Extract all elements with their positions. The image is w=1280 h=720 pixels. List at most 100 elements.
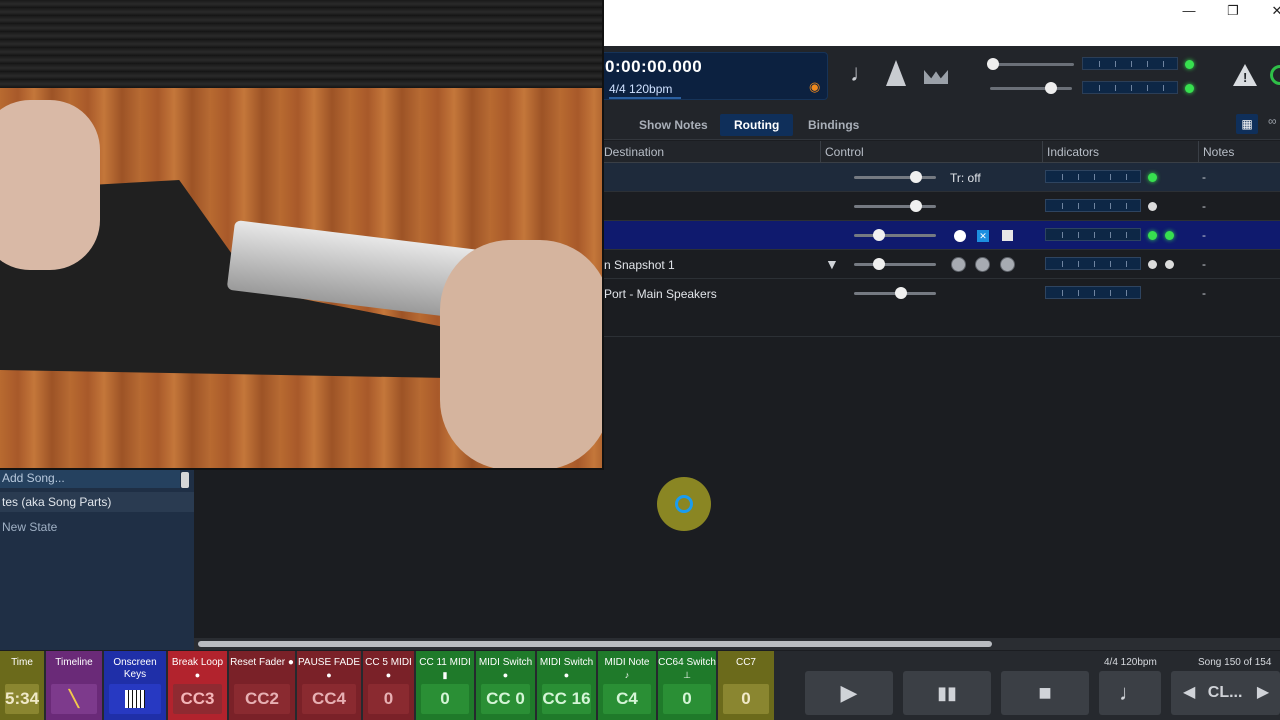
- bottom-widget-button[interactable]: MIDI Switch ● CC 16: [537, 651, 596, 720]
- header-slider-1-knob[interactable]: [987, 58, 999, 70]
- bottom-widget-button[interactable]: MIDI Note ♪ C4: [598, 651, 656, 720]
- table-row[interactable]: Tr: off -: [604, 163, 1280, 192]
- power-toggle-icon[interactable]: [954, 230, 966, 242]
- meter-tick: [1131, 85, 1132, 91]
- piano-keys-icon: [125, 690, 145, 708]
- widget-label: MIDI Switch: [539, 657, 594, 668]
- stop-button[interactable]: ■: [1001, 671, 1089, 715]
- restore-button[interactable]: ❐: [1210, 0, 1256, 22]
- meter-tick: [1094, 290, 1095, 296]
- indicator-led: [1148, 202, 1157, 211]
- meter-tick: [1115, 85, 1116, 91]
- metronome-note-button[interactable]: ♩: [1099, 671, 1161, 715]
- table-row-selected[interactable]: ✕ -: [604, 221, 1280, 250]
- new-state-button[interactable]: New State: [2, 520, 57, 534]
- bottom-widget-button[interactable]: Reset Fader ● CC2: [229, 651, 295, 720]
- header-slider-2-knob[interactable]: [1045, 82, 1057, 94]
- meter-tick: [1110, 290, 1111, 296]
- meter-tick: [1147, 85, 1148, 91]
- widget-label: PAUSE FADE: [297, 657, 361, 668]
- bottom-widget-button[interactable]: CC 5 MIDI ● 0: [363, 651, 414, 720]
- column-control[interactable]: Control: [825, 145, 864, 159]
- widget-value: [109, 684, 161, 714]
- column-separator: [1198, 141, 1199, 163]
- grid-view-icon[interactable]: ▦: [1236, 114, 1258, 134]
- bottom-widget-button[interactable]: PAUSE FADE ● CC4: [297, 651, 361, 720]
- tab-routing[interactable]: Routing: [720, 114, 794, 136]
- widget-value: CC 16: [542, 684, 591, 714]
- song-selector[interactable]: ◀ CL... ▶: [1171, 671, 1280, 715]
- widget-value: CC3: [173, 684, 222, 714]
- row-notes: -: [1202, 257, 1206, 271]
- row-slider-track: [854, 263, 936, 266]
- meter-tick: [1110, 203, 1111, 209]
- meter-tick: [1163, 61, 1164, 67]
- row-slider-knob[interactable]: [910, 171, 922, 183]
- table-row[interactable]: n Snapshot 1 ▼ -: [604, 250, 1280, 279]
- rotary-knob[interactable]: [975, 257, 990, 272]
- table-row[interactable]: -: [604, 192, 1280, 221]
- column-notes[interactable]: Notes: [1203, 145, 1234, 159]
- video-overlay: [0, 0, 604, 470]
- column-separator: [820, 141, 821, 163]
- column-indicators[interactable]: Indicators: [1047, 145, 1099, 159]
- bottom-widget-button[interactable]: Time 5:34: [0, 651, 44, 720]
- song-list-scrollbar[interactable]: [181, 472, 189, 488]
- filter-icon[interactable]: ▼: [825, 256, 839, 272]
- next-song-icon[interactable]: ▶: [1257, 684, 1269, 701]
- widget-label: Time: [11, 657, 33, 668]
- widget-indicator-icon: ●: [502, 670, 509, 680]
- bottom-widget-button[interactable]: CC7 0: [718, 651, 774, 720]
- row-notes: -: [1202, 228, 1206, 242]
- tab-bindings[interactable]: Bindings: [794, 114, 873, 136]
- row-destination: n Snapshot 1: [604, 258, 675, 272]
- metronome-icon[interactable]: [886, 60, 906, 86]
- row-destination: Port - Main Speakers: [604, 287, 717, 301]
- widget-label: MIDI Note: [604, 657, 650, 668]
- play-button[interactable]: ▶: [805, 671, 893, 715]
- bottom-widget-button[interactable]: Break Loop ● CC3: [168, 651, 227, 720]
- widget-value: 0: [368, 684, 409, 714]
- keyboard-edge: [0, 0, 602, 88]
- bottom-widget-button[interactable]: CC 11 MIDI ▮ 0: [416, 651, 474, 720]
- row-slider-track: [854, 205, 936, 208]
- bottom-widget-button[interactable]: Onscreen Keys: [104, 651, 166, 720]
- meter-tick: [1078, 203, 1079, 209]
- table-row[interactable]: Port - Main Speakers -: [604, 279, 1280, 337]
- song-panel: Add Song... tes (aka Song Parts) New Sta…: [0, 470, 194, 650]
- widget-label: Break Loop: [171, 657, 224, 668]
- bottom-widget-button[interactable]: Timeline ╲: [46, 651, 102, 720]
- column-destination[interactable]: Destination: [604, 145, 664, 159]
- meter-tick: [1062, 203, 1063, 209]
- scrollbar-thumb[interactable]: [198, 641, 992, 647]
- row-slider-track: [854, 234, 936, 237]
- close-button[interactable]: ✕: [1254, 0, 1280, 22]
- note-icon[interactable]: ♩: [850, 60, 874, 88]
- widget-value: 5:34: [5, 684, 39, 714]
- broadcast-icon[interactable]: ◉: [809, 79, 820, 95]
- link-icon[interactable]: ∞: [1268, 114, 1277, 128]
- row-slider-knob[interactable]: [910, 200, 922, 212]
- minimize-button[interactable]: —: [1166, 0, 1212, 22]
- widget-indicator-icon: ●: [326, 670, 332, 680]
- horizontal-scrollbar[interactable]: [194, 638, 1280, 650]
- prev-song-icon[interactable]: ◀: [1183, 684, 1195, 701]
- widget-indicator-icon: ♪: [624, 670, 630, 680]
- add-song-button[interactable]: Add Song...: [0, 470, 180, 488]
- widget-indicator-icon: ●: [385, 670, 392, 680]
- tab-show-notes[interactable]: Show Notes: [625, 114, 722, 136]
- pause-button[interactable]: ▮▮: [903, 671, 991, 715]
- bottom-signature: 4/4 120bpm: [1104, 657, 1157, 668]
- bottom-widget-button[interactable]: CC64 Switch ⊥ 0: [658, 651, 716, 720]
- widget-label: CC7: [735, 657, 756, 668]
- song-name: CL...: [1207, 684, 1243, 701]
- row-slider-knob[interactable]: [873, 229, 885, 241]
- save-icon[interactable]: [1002, 230, 1013, 241]
- rotary-knob[interactable]: [951, 257, 966, 272]
- row-slider-knob[interactable]: [895, 287, 907, 299]
- rotary-knob[interactable]: [1000, 257, 1015, 272]
- row-slider-knob[interactable]: [873, 258, 885, 270]
- mute-icon[interactable]: ✕: [977, 230, 989, 242]
- header-meter-1: [1082, 57, 1178, 70]
- bottom-widget-button[interactable]: MIDI Switch ● CC 0: [476, 651, 535, 720]
